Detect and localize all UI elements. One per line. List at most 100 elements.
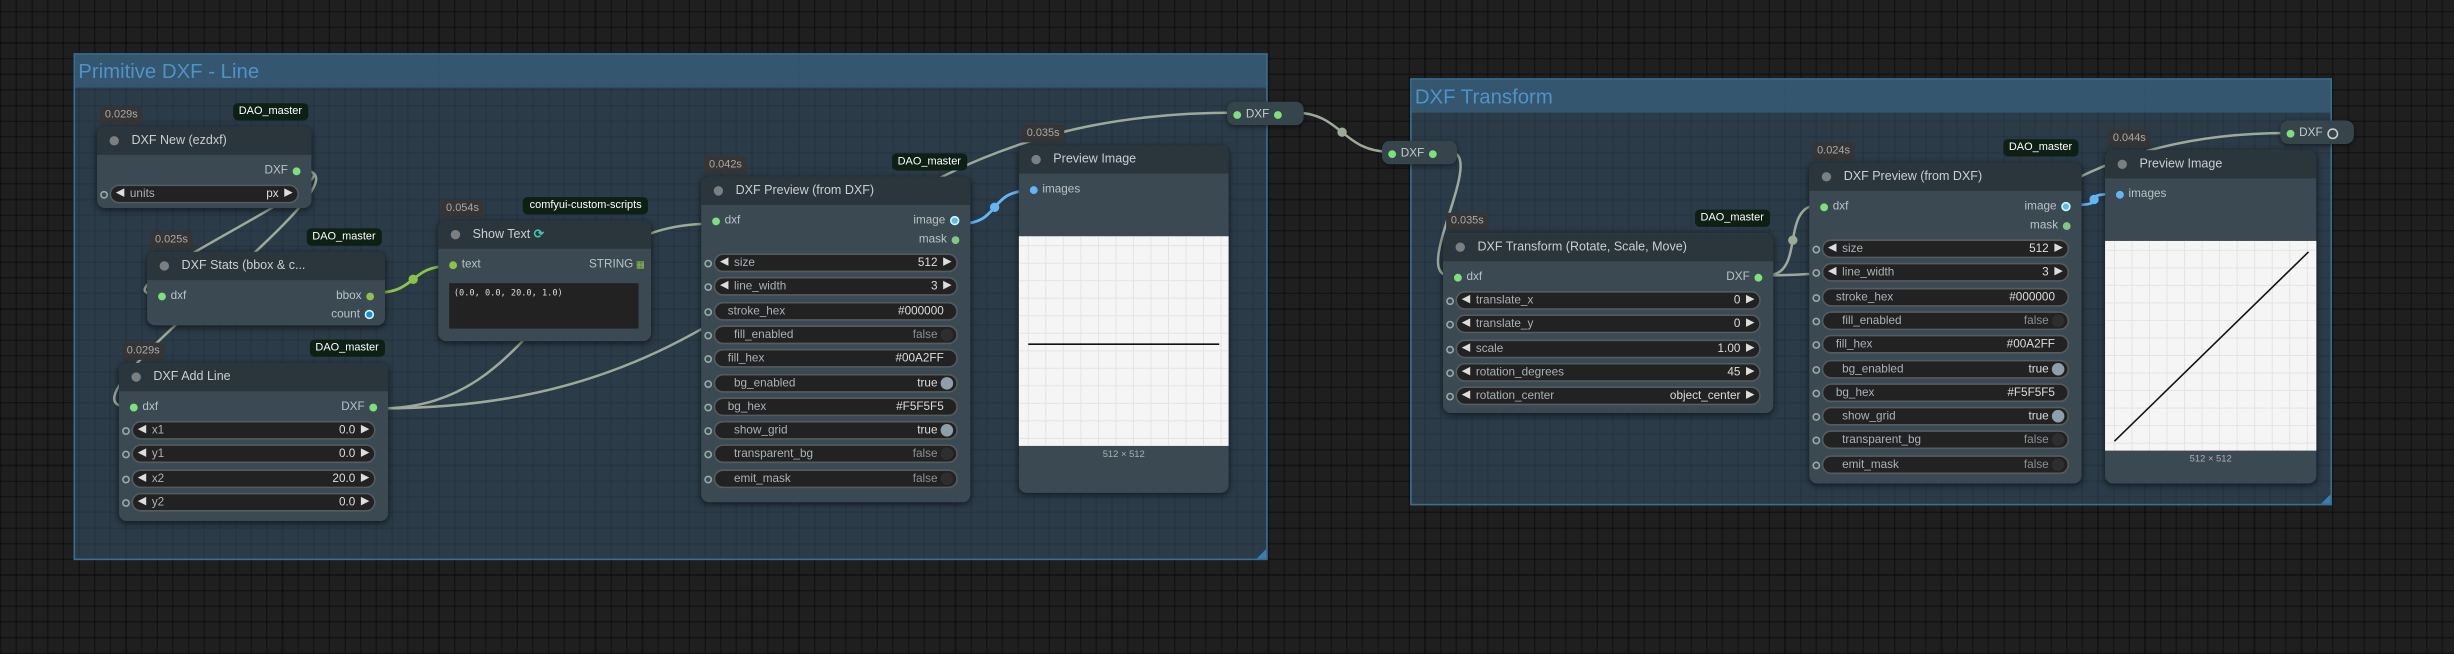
decrement-arrow-icon[interactable]: ◀: [116, 186, 124, 202]
input-dot-icon[interactable]: [449, 260, 458, 269]
widget-bg-hex[interactable]: bg_hex #F5F5F5: [1812, 383, 2070, 402]
widget-input-socket-icon[interactable]: [1812, 245, 1821, 254]
reroute-node[interactable]: DXF: [2280, 120, 2354, 144]
widget-value[interactable]: 0.0: [339, 422, 355, 438]
widget-value[interactable]: 3: [931, 279, 938, 295]
widget-value[interactable]: false: [2024, 456, 2049, 472]
preview-image-node[interactable]: Preview Image images 512 × 512: [1018, 145, 1229, 493]
widget-value[interactable]: 512: [918, 255, 938, 271]
node-header[interactable]: Preview Image: [2105, 150, 2317, 179]
toggle-knob-icon[interactable]: [940, 424, 954, 437]
widget-value[interactable]: 0.0: [339, 446, 355, 462]
widget-x1[interactable]: ◀ ▶ x1 0.0: [122, 420, 376, 440]
output-slot-string[interactable]: STRING ▦: [589, 255, 645, 275]
widget-input-socket-icon[interactable]: [1446, 321, 1454, 330]
increment-arrow-icon[interactable]: ▶: [361, 446, 369, 462]
widget-value[interactable]: true: [2028, 361, 2048, 377]
input-dot-icon[interactable]: [712, 216, 720, 225]
collapse-dot-icon[interactable]: [131, 372, 141, 382]
widget-bg-enabled[interactable]: bg_enabled true: [1812, 359, 2070, 378]
widget-input-socket-icon[interactable]: [704, 379, 713, 388]
output-dot-icon[interactable]: [364, 309, 375, 320]
increment-arrow-icon[interactable]: ▶: [943, 279, 951, 295]
increment-arrow-icon[interactable]: ▶: [1746, 340, 1754, 356]
group-resize-handle[interactable]: [2321, 494, 2331, 504]
toggle-knob-icon[interactable]: [2051, 314, 2065, 327]
output-dot-icon[interactable]: [951, 235, 960, 244]
widget-size[interactable]: ◀ ▶ size 512: [1812, 239, 2070, 259]
node-header[interactable]: DXF New (ezdxf): [97, 126, 312, 155]
widget-value[interactable]: 1.00: [1718, 340, 1741, 356]
widget-value[interactable]: #F5F5F5: [896, 399, 944, 415]
reroute-node[interactable]: DXF: [1227, 101, 1304, 126]
show-text-node[interactable]: Show Text ⟳ text STRING ▦ (0.0, 0.0, 20.0, …: [438, 220, 652, 342]
node-header[interactable]: Show Text ⟳: [438, 220, 652, 249]
widget-value[interactable]: 3: [2042, 265, 2049, 281]
input-slot-images[interactable]: images: [1025, 180, 1080, 199]
widget-input-socket-icon[interactable]: [704, 451, 713, 460]
widget-input-socket-icon[interactable]: [704, 403, 713, 412]
output-slot-image[interactable]: image: [2025, 197, 2076, 216]
widget-input-socket-icon[interactable]: [1446, 345, 1454, 353]
decrement-arrow-icon[interactable]: ◀: [1828, 265, 1836, 281]
dxf-preview-node[interactable]: DXF Preview (from DXF) dxf image mask ◀ ▶ size…: [701, 176, 971, 503]
grid-icon[interactable]: ▦: [633, 261, 645, 270]
preview-image-node[interactable]: Preview Image images 512 × 512: [2105, 150, 2317, 484]
toggle-knob-icon[interactable]: [2051, 362, 2065, 375]
decrement-arrow-icon[interactable]: ◀: [138, 494, 146, 510]
decrement-arrow-icon[interactable]: ◀: [1462, 293, 1470, 309]
widget-input-socket-icon[interactable]: [122, 498, 130, 507]
output-slot-dxf[interactable]: DXF: [341, 397, 382, 416]
widget-value[interactable]: true: [917, 375, 937, 391]
widget-input-socket-icon[interactable]: [1812, 293, 1821, 302]
input-dot-icon[interactable]: [1029, 185, 1038, 194]
decrement-arrow-icon[interactable]: ◀: [1828, 241, 1836, 257]
widget-emit-mask[interactable]: emit_mask false: [704, 468, 958, 488]
widget-stroke-hex[interactable]: stroke_hex #000000: [704, 301, 958, 321]
input-dot-icon[interactable]: [2286, 129, 2295, 137]
widget-value[interactable]: false: [2024, 432, 2049, 448]
collapse-dot-icon[interactable]: [1031, 154, 1041, 165]
widget-bg-enabled[interactable]: bg_enabled true: [704, 373, 958, 392]
output-dot-icon[interactable]: [1754, 273, 1763, 281]
node-header[interactable]: DXF Preview (from DXF): [1809, 162, 2082, 191]
widget-input-socket-icon[interactable]: [1446, 393, 1454, 401]
output-dot-icon[interactable]: [292, 166, 301, 175]
collapse-dot-icon[interactable]: [2117, 159, 2127, 169]
node-header[interactable]: DXF Preview (from DXF): [701, 176, 971, 205]
widget-y2[interactable]: ◀ ▶ y2 0.0: [122, 492, 376, 512]
widget-input-socket-icon[interactable]: [1812, 413, 1821, 422]
dxf-transform-node[interactable]: DXF Transform (Rotate, Scale, Move) dxf DX…: [1443, 233, 1774, 414]
increment-arrow-icon[interactable]: ▶: [1746, 388, 1754, 404]
widget-input-socket-icon[interactable]: [1446, 369, 1454, 377]
decrement-arrow-icon[interactable]: ◀: [720, 279, 728, 295]
increment-arrow-icon[interactable]: ▶: [361, 494, 369, 510]
widget-value[interactable]: px: [266, 186, 278, 202]
node-graph-canvas[interactable]: Primitive DXF - Line DXF Transform 0.029…: [0, 0, 2454, 654]
widget-value[interactable]: 0: [1734, 317, 1741, 333]
output-dot-icon[interactable]: [369, 402, 378, 411]
collapse-dot-icon[interactable]: [1821, 172, 1832, 182]
widget-input-socket-icon[interactable]: [1812, 389, 1821, 398]
widget-value[interactable]: #00A2FF: [2007, 337, 2055, 353]
output-slot-dxf[interactable]: DXF: [265, 161, 306, 180]
preview-image[interactable]: [1018, 236, 1229, 446]
input-dot-icon[interactable]: [1820, 202, 1829, 211]
widget-x2[interactable]: ◀ ▶ x2 20.0: [122, 468, 376, 488]
input-dot-icon[interactable]: [2116, 190, 2124, 198]
node-header[interactable]: DXF Stats (bbox & c...: [147, 251, 386, 281]
output-dot-icon[interactable]: [366, 291, 375, 300]
widget-fill-enabled[interactable]: fill_enabled false: [1812, 311, 2070, 330]
widget-input-socket-icon[interactable]: [1812, 317, 1821, 326]
widget-input-socket-icon[interactable]: [704, 307, 713, 316]
increment-arrow-icon[interactable]: ▶: [1746, 293, 1754, 309]
widget-input-socket-icon[interactable]: [1812, 437, 1821, 445]
widget-value[interactable]: 0.0: [339, 494, 355, 510]
decrement-arrow-icon[interactable]: ◀: [138, 446, 146, 462]
widget-input-socket-icon[interactable]: [122, 475, 130, 483]
increment-arrow-icon[interactable]: ▶: [2054, 265, 2062, 281]
widget-translate-y[interactable]: ◀ ▶ translate_y 0: [1446, 314, 1761, 334]
widget-input-socket-icon[interactable]: [704, 331, 713, 340]
decrement-arrow-icon[interactable]: ◀: [1462, 317, 1470, 333]
output-dot-icon[interactable]: [2327, 127, 2339, 139]
